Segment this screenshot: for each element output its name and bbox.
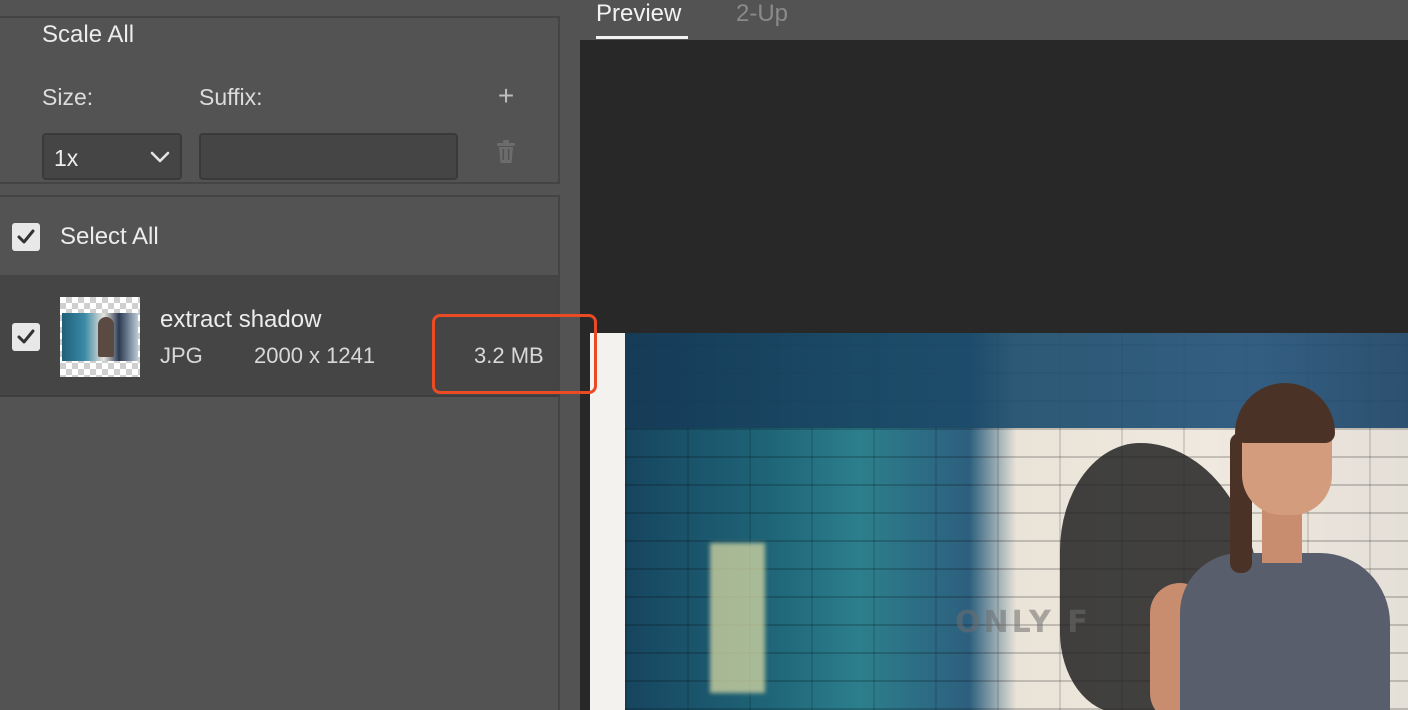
size-label: Size:	[42, 84, 94, 110]
tab-preview[interactable]: Preview	[596, 0, 681, 28]
item-checkbox[interactable]	[12, 323, 40, 351]
file-size-highlight	[432, 314, 597, 394]
file-name: extract shadow	[160, 306, 322, 333]
chevron-down-icon	[148, 145, 172, 174]
suffix-label: Suffix:	[199, 84, 263, 110]
plus-icon[interactable]: +	[494, 80, 518, 112]
select-all-row[interactable]: Select All	[0, 197, 558, 277]
preview-area: Preview 2-Up ONLY F	[580, 0, 1408, 710]
watermark-text: ONLY F	[955, 605, 1091, 640]
select-all-label: Select All	[60, 223, 159, 250]
thumbnail	[60, 297, 140, 377]
file-format: JPG	[160, 343, 203, 368]
size-select-value: 1x	[54, 145, 79, 171]
preview-image: ONLY F	[590, 333, 1408, 710]
size-select[interactable]: 1x	[42, 133, 182, 180]
scale-all-group: Scale All Size: Suffix: + 1x	[0, 16, 560, 184]
select-all-checkbox[interactable]	[12, 223, 40, 251]
suffix-input[interactable]	[199, 133, 458, 180]
active-tab-indicator	[596, 36, 688, 39]
tab-bar: Preview 2-Up	[580, 0, 1408, 40]
preview-canvas: ONLY F	[580, 40, 1408, 710]
tab-2-up[interactable]: 2-Up	[736, 0, 788, 28]
scale-all-legend: Scale All	[30, 21, 147, 49]
file-dimensions: 2000 x 1241	[254, 343, 376, 368]
asset-list: Select All extract shadow JPG 2000 x 124…	[0, 195, 560, 710]
trash-icon[interactable]	[495, 140, 517, 169]
